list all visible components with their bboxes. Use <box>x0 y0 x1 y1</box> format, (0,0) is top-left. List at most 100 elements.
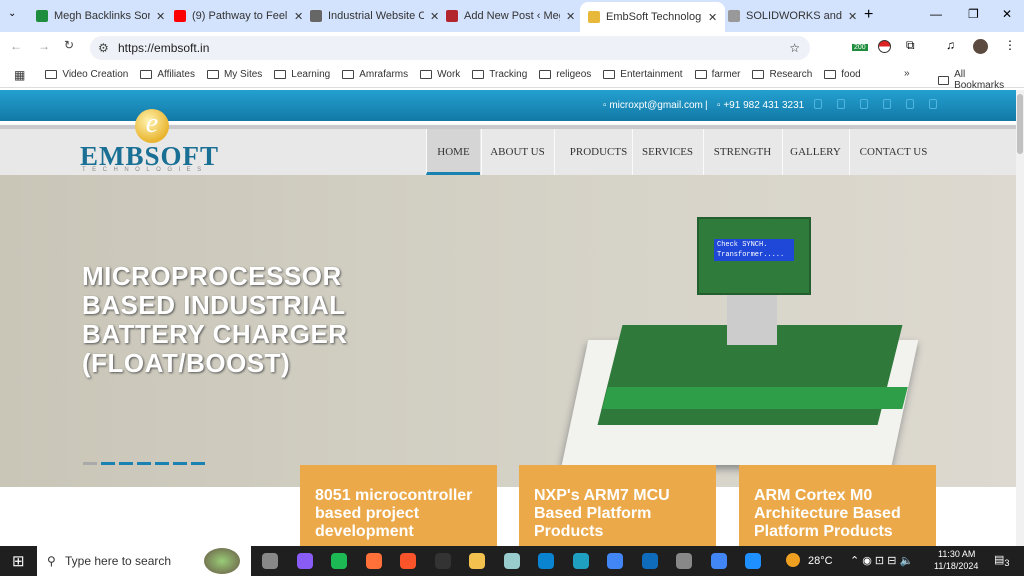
tab-search-icon[interactable]: ⌄ <box>8 8 16 19</box>
bookmark-label: My Sites <box>223 69 263 80</box>
bookmark-folder[interactable]: My Sites <box>206 69 263 80</box>
taskbar-app-icon[interactable] <box>434 553 451 569</box>
close-tab-icon[interactable]: ✕ <box>848 10 857 23</box>
close-tab-icon[interactable]: ✕ <box>156 10 165 23</box>
apps-icon[interactable]: ▦ <box>14 68 25 82</box>
social-icon[interactable] <box>860 99 868 109</box>
search-highlight-icon[interactable] <box>204 548 240 574</box>
bookmark-folder[interactable]: Amrafarms <box>342 69 408 80</box>
avatar[interactable] <box>973 39 988 54</box>
bookmark-folder[interactable]: religeos <box>539 69 591 80</box>
url-input[interactable]: https://embsoft.in ⚙ ☆ <box>90 36 810 60</box>
all-bookmarks[interactable]: All Bookmarks <box>938 69 1012 91</box>
taskbar-app-icon[interactable] <box>262 553 278 569</box>
taskbar-app-icon[interactable] <box>572 553 589 569</box>
browser-tab[interactable]: Megh Backlinks Sorte ✕ <box>28 4 173 28</box>
product-card[interactable]: ARM Cortex M0 Architecture Based Platfor… <box>739 465 936 547</box>
taskbar-app-icon[interactable] <box>607 553 623 569</box>
clock-time[interactable]: 11:30 AM <box>938 549 975 559</box>
windows-start-icon[interactable]: ⊞ <box>12 552 25 570</box>
pokeball-extension-icon[interactable] <box>878 40 891 53</box>
slider-dot[interactable] <box>101 462 115 465</box>
maximize-button[interactable]: ❐ <box>968 7 979 21</box>
bookmark-folder[interactable]: farmer <box>694 69 740 80</box>
taskbar-app-icon[interactable] <box>641 553 658 569</box>
slider-dot[interactable] <box>119 462 133 465</box>
taskbar-app-icon[interactable] <box>538 553 554 569</box>
site-info-icon[interactable]: ⚙ <box>98 36 109 60</box>
scrollbar-thumb[interactable] <box>1017 94 1023 154</box>
slider-dot[interactable] <box>173 462 187 465</box>
bookmark-folder[interactable]: Video Creation <box>45 69 128 80</box>
folder-icon <box>45 70 58 79</box>
nav-contact-us[interactable]: CONTACT US <box>849 129 937 175</box>
new-tab-button[interactable]: + <box>864 6 873 24</box>
clock-date[interactable]: 11/18/2024 <box>934 561 978 571</box>
close-tab-icon[interactable]: ✕ <box>708 11 717 24</box>
taskbar-app-icon[interactable] <box>400 553 416 569</box>
minimize-button[interactable]: — <box>930 7 942 21</box>
taskbar-app-icon[interactable] <box>503 553 520 569</box>
page-scrollbar[interactable] <box>1016 90 1024 546</box>
bookmark-folder[interactable]: Research <box>752 69 812 80</box>
taskbar-app-icon[interactable] <box>745 553 761 569</box>
nav-services[interactable]: SERVICES <box>632 129 702 175</box>
taskbar-app-icon[interactable] <box>710 553 727 569</box>
bookmark-folder[interactable]: food <box>824 69 861 80</box>
logo-icon[interactable]: e <box>135 109 169 143</box>
social-icon[interactable] <box>814 99 822 109</box>
tab-title: Industrial Website Co <box>328 10 424 22</box>
browser-tab[interactable]: EmbSoft Technologies ✕ <box>580 2 726 32</box>
tab-favicon-icon <box>588 11 600 23</box>
bookmark-folder[interactable]: Learning <box>274 69 330 80</box>
taskbar-app-icon[interactable] <box>296 553 313 569</box>
close-window-button[interactable]: ✕ <box>1002 7 1012 21</box>
extensions-icon[interactable]: ⧉ <box>906 38 915 53</box>
taskbar-app-icon[interactable] <box>331 553 347 569</box>
bookmark-folder[interactable]: Entertainment <box>603 69 683 80</box>
slider-dot[interactable] <box>83 462 97 465</box>
folder-icon <box>206 70 219 79</box>
slider-dot[interactable] <box>155 462 169 465</box>
taskbar-app-icon[interactable] <box>676 553 692 569</box>
product-card[interactable]: NXP's ARM7 MCU Based Platform Products <box>519 465 716 547</box>
bookmark-folder[interactable]: Work <box>420 69 460 80</box>
nav-home[interactable]: HOME <box>426 129 480 175</box>
phone-link[interactable]: ▫ +91 982 431 3231 <box>717 100 804 111</box>
slider-dot[interactable] <box>191 462 205 465</box>
star-icon[interactable]: ☆ <box>789 36 800 60</box>
slider-dot[interactable] <box>137 462 151 465</box>
back-button[interactable]: ← <box>10 39 22 53</box>
social-icon[interactable] <box>906 99 914 109</box>
social-icon[interactable] <box>883 99 891 109</box>
social-icon[interactable] <box>929 99 937 109</box>
nav-gallery[interactable]: GALLERY <box>782 129 848 175</box>
bookmark-folder[interactable]: Tracking <box>472 69 527 80</box>
bookmark-label: Tracking <box>489 69 528 80</box>
close-tab-icon[interactable]: ✕ <box>566 10 575 23</box>
browser-tab[interactable]: SOLIDWORKS and 3D ✕ <box>720 4 865 28</box>
bookmark-folder[interactable]: Affiliates <box>140 69 195 80</box>
reload-button[interactable]: ↻ <box>64 38 74 52</box>
weather-icon[interactable] <box>786 553 800 567</box>
weather-text[interactable]: 28°C <box>808 555 833 567</box>
product-card[interactable]: 8051 microcontroller based project devel… <box>300 465 497 547</box>
email-link[interactable]: ▫ microxpt@gmail.com <box>603 100 703 111</box>
taskbar-app-icon[interactable] <box>469 553 485 569</box>
nav-strength[interactable]: STRENGTH <box>703 129 781 175</box>
notifications-icon[interactable]: ▤3 <box>994 553 1010 568</box>
extension-badge[interactable]: 200 <box>852 44 868 51</box>
forward-button[interactable]: → <box>38 39 50 53</box>
tab-favicon-icon <box>174 10 186 22</box>
nav-products[interactable]: PRODUCTS <box>554 129 642 175</box>
browser-tab[interactable]: Add New Post ‹ Megh ✕ <box>438 4 583 28</box>
social-icon[interactable] <box>837 99 845 109</box>
browser-tab[interactable]: Industrial Website Co ✕ <box>302 4 447 28</box>
media-icon[interactable]: ♫ <box>946 38 955 52</box>
taskbar-app-icon[interactable] <box>365 553 382 569</box>
tray-icons[interactable]: ⌃ ◉ ⊡ ⊟ 🔈 <box>850 554 913 567</box>
nav-about-us[interactable]: ABOUT US <box>481 129 553 175</box>
menu-icon[interactable]: ⋮ <box>1004 38 1016 52</box>
browser-tab[interactable]: (9) Pathway to Feeling✕ <box>166 4 311 28</box>
more-bookmarks-icon[interactable]: » <box>904 68 910 79</box>
